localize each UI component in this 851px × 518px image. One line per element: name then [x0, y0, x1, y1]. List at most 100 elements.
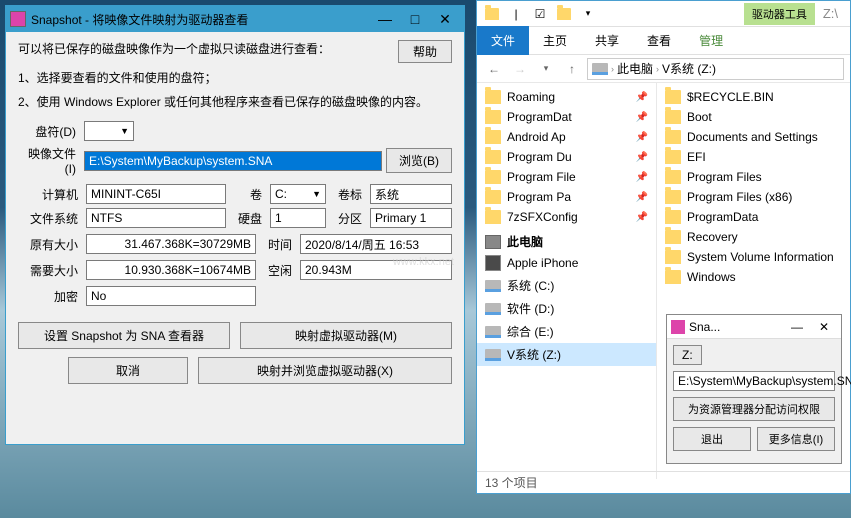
folder-icon — [665, 130, 681, 144]
drive-z-button[interactable]: Z: — [673, 345, 702, 365]
qat-dropdown-icon[interactable]: ▾ — [577, 4, 599, 24]
drive-icon — [485, 349, 501, 361]
folder-icon[interactable] — [481, 4, 503, 24]
explorer-statusbar: 13 个项目 — [477, 471, 850, 493]
folder-item[interactable]: Boot — [657, 107, 850, 127]
map-browse-button[interactable]: 映射并浏览虚拟驱动器(X) — [198, 357, 452, 384]
chevron-down-icon: ▼ — [120, 126, 129, 136]
map-virtual-button[interactable]: 映射虚拟驱动器(M) — [240, 322, 452, 349]
close-button[interactable]: ✕ — [430, 9, 460, 29]
fs-value: NTFS — [86, 208, 226, 228]
explorer-qat: | ☑ ▾ 驱动器工具 Z:\ — [477, 1, 850, 27]
pinned-folder[interactable]: 7zSFXConfig📌 — [477, 207, 656, 227]
cancel-button[interactable]: 取消 — [68, 357, 188, 384]
popup-titlebar[interactable]: Sna... — ✕ — [667, 315, 841, 339]
image-file-input[interactable]: E:\System\MyBackup\system.SNA — [84, 151, 382, 171]
partition-value: Primary 1 — [370, 208, 452, 228]
folder-item[interactable]: $RECYCLE.BIN — [657, 87, 850, 107]
up-button[interactable]: ↑ — [561, 58, 583, 80]
snapshot-app-icon — [671, 320, 685, 334]
folder-label: Android Ap — [507, 130, 566, 144]
popup-path-input[interactable]: E:\System\MyBackup\system.SNA — [673, 371, 835, 391]
pinned-folder[interactable]: ProgramDat📌 — [477, 107, 656, 127]
crumb-volume[interactable]: V系统 (Z:) — [662, 60, 716, 77]
pinned-folder[interactable]: Program File📌 — [477, 167, 656, 187]
forward-button[interactable]: → — [509, 58, 531, 80]
tab-file[interactable]: 文件 — [477, 26, 529, 55]
folder-item[interactable]: Recovery — [657, 227, 850, 247]
encrypt-value: No — [86, 286, 256, 306]
folder-item[interactable]: EFI — [657, 147, 850, 167]
folder-item[interactable]: ProgramData — [657, 207, 850, 227]
recent-dropdown[interactable]: ▾ — [535, 58, 557, 80]
more-info-button[interactable]: 更多信息(I) — [757, 427, 835, 451]
pinned-folder[interactable]: Roaming📌 — [477, 87, 656, 107]
folder-label: EFI — [687, 150, 706, 164]
folder-item[interactable]: Program Files (x86) — [657, 187, 850, 207]
folder-open-icon[interactable] — [553, 4, 575, 24]
pinned-folder[interactable]: Program Du📌 — [477, 147, 656, 167]
exit-button[interactable]: 退出 — [673, 427, 751, 451]
qat-sep: | — [505, 4, 527, 24]
device-drive[interactable]: V系统 (Z:) — [477, 343, 656, 366]
maximize-button[interactable]: □ — [400, 9, 430, 29]
device-drive[interactable]: 综合 (E:) — [477, 320, 656, 343]
tab-share[interactable]: 共享 — [581, 26, 633, 55]
vollabel-label: 卷标 — [330, 186, 366, 203]
assign-permission-button[interactable]: 为资源管理器分配访问权限 — [673, 397, 835, 421]
folder-icon — [665, 250, 681, 264]
back-button[interactable]: ← — [483, 58, 505, 80]
folder-icon — [485, 130, 501, 144]
properties-icon[interactable]: ☑ — [529, 4, 551, 24]
partition-label: 分区 — [330, 210, 366, 227]
minimize-button[interactable]: — — [370, 9, 400, 29]
pinned-folder[interactable]: Android Ap📌 — [477, 127, 656, 147]
drive-icon — [485, 303, 501, 315]
device-label: Apple iPhone — [507, 256, 578, 270]
pinned-folder[interactable]: Program Pa📌 — [477, 187, 656, 207]
folder-label: Program Files (x86) — [687, 190, 792, 204]
folder-icon — [665, 110, 681, 124]
device-drive[interactable]: 系统 (C:) — [477, 274, 656, 297]
snapshot-step2: 2、使用 Windows Explorer 或任何其他程序来查看已保存的磁盘映像… — [18, 93, 452, 111]
this-pc-header[interactable]: 此电脑 — [477, 227, 656, 252]
volume-combo[interactable]: C:▼ — [270, 184, 326, 204]
folder-item[interactable]: Windows — [657, 267, 850, 287]
device-drive[interactable]: 软件 (D:) — [477, 297, 656, 320]
folder-label: System Volume Information — [687, 250, 834, 264]
folder-label: Program Files — [687, 170, 762, 184]
snapshot-app-icon — [10, 11, 26, 27]
folder-item[interactable]: System Volume Information — [657, 247, 850, 267]
folder-item[interactable]: Documents and Settings — [657, 127, 850, 147]
snapshot-titlebar[interactable]: Snapshot - 将映像文件映射为驱动器查看 — □ ✕ — [6, 6, 464, 32]
drive-tools-tab[interactable]: 驱动器工具 — [744, 3, 815, 25]
device-phone[interactable]: Apple iPhone — [477, 252, 656, 274]
folder-item[interactable]: Program Files — [657, 167, 850, 187]
drive-label: 盘符(D) — [18, 123, 80, 140]
tab-view[interactable]: 查看 — [633, 26, 685, 55]
time-label: 时间 — [260, 236, 296, 253]
tab-manage[interactable]: 管理 — [685, 26, 737, 55]
folder-icon — [665, 90, 681, 104]
computer-icon — [485, 235, 501, 249]
free-label: 空闲 — [260, 262, 296, 279]
close-button[interactable]: ✕ — [811, 320, 837, 334]
snapshot-title: Snapshot - 将映像文件映射为驱动器查看 — [31, 11, 370, 28]
encrypt-label: 加密 — [18, 288, 82, 305]
folder-label: Recovery — [687, 230, 738, 244]
crumb-pc[interactable]: 此电脑 — [617, 60, 653, 77]
tab-home[interactable]: 主页 — [529, 26, 581, 55]
snapshot-popup: Sna... — ✕ Z: E:\System\MyBackup\system.… — [666, 314, 842, 464]
folder-icon — [665, 190, 681, 204]
computer-label: 计算机 — [18, 186, 82, 203]
fs-label: 文件系统 — [18, 210, 82, 227]
drive-icon — [485, 280, 501, 292]
explorer-ribbon: 文件 主页 共享 查看 管理 — [477, 27, 850, 55]
help-button[interactable]: 帮助 — [398, 40, 452, 63]
minimize-button[interactable]: — — [783, 320, 811, 334]
watermark: www.kkx.net — [393, 256, 454, 268]
drive-combo[interactable]: ▼ — [84, 121, 134, 141]
browse-button[interactable]: 浏览(B) — [386, 148, 452, 173]
set-viewer-button[interactable]: 设置 Snapshot 为 SNA 查看器 — [18, 322, 230, 349]
breadcrumb[interactable]: › 此电脑 › V系统 (Z:) — [587, 58, 844, 80]
